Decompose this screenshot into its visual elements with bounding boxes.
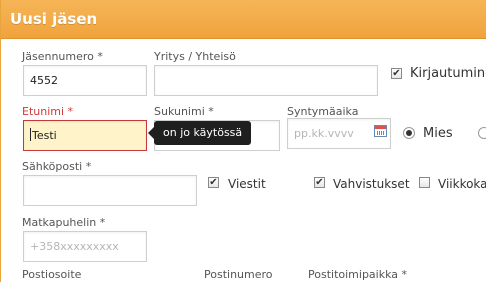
calendar-icon[interactable] <box>374 125 387 137</box>
dialog-titlebar[interactable]: Uusi jäsen <box>1 0 486 39</box>
gender-male-radio[interactable] <box>403 127 415 139</box>
last-name-label: Sukunimi * <box>154 105 214 118</box>
email-label: Sähköposti * <box>22 160 92 173</box>
company-input[interactable] <box>154 65 378 96</box>
postal-code-label: Postinumero <box>204 268 273 281</box>
text-caret <box>30 128 31 141</box>
gender-female-radio[interactable] <box>478 127 486 139</box>
mobile-input[interactable]: +358xxxxxxxxx <box>23 231 147 262</box>
first-name-value: Testi <box>32 129 57 142</box>
email-input[interactable] <box>23 175 197 206</box>
first-name-error-tooltip: on jo käytössä <box>147 121 252 145</box>
member-number-input[interactable]: 4552 <box>23 65 147 96</box>
confirmations-checkbox[interactable]: ✔ <box>314 177 325 188</box>
login-checkbox-label: Kirjautuminen <box>410 66 486 81</box>
first-name-input[interactable]: Testi <box>23 120 147 151</box>
messages-checkbox[interactable]: ✔ <box>208 177 219 188</box>
new-member-dialog: Uusi jäsen Jäsennumero * 4552 Yritys / Y… <box>0 0 486 282</box>
weekly-checkbox-label: Viikkokatsaus <box>438 177 486 191</box>
mobile-label: Matkapuhelin * <box>22 216 106 229</box>
post-office-label: Postitoimipaikka * <box>308 268 408 281</box>
company-label: Yritys / Yhteisö <box>154 50 236 63</box>
postal-address-label: Postiosoite <box>22 268 82 281</box>
first-name-label: Etunimi * <box>22 105 74 118</box>
messages-checkbox-label: Viestit <box>228 177 266 191</box>
member-number-label: Jäsennumero * <box>22 50 103 63</box>
weekly-checkbox[interactable] <box>419 177 430 188</box>
birthdate-label: Syntymäaika <box>287 105 359 118</box>
login-checkbox[interactable]: ✔ <box>391 68 402 79</box>
confirmations-checkbox-label: Vahvistukset <box>333 177 410 191</box>
gender-male-label: Mies <box>423 126 453 141</box>
dialog-title: Uusi jäsen <box>10 10 98 28</box>
